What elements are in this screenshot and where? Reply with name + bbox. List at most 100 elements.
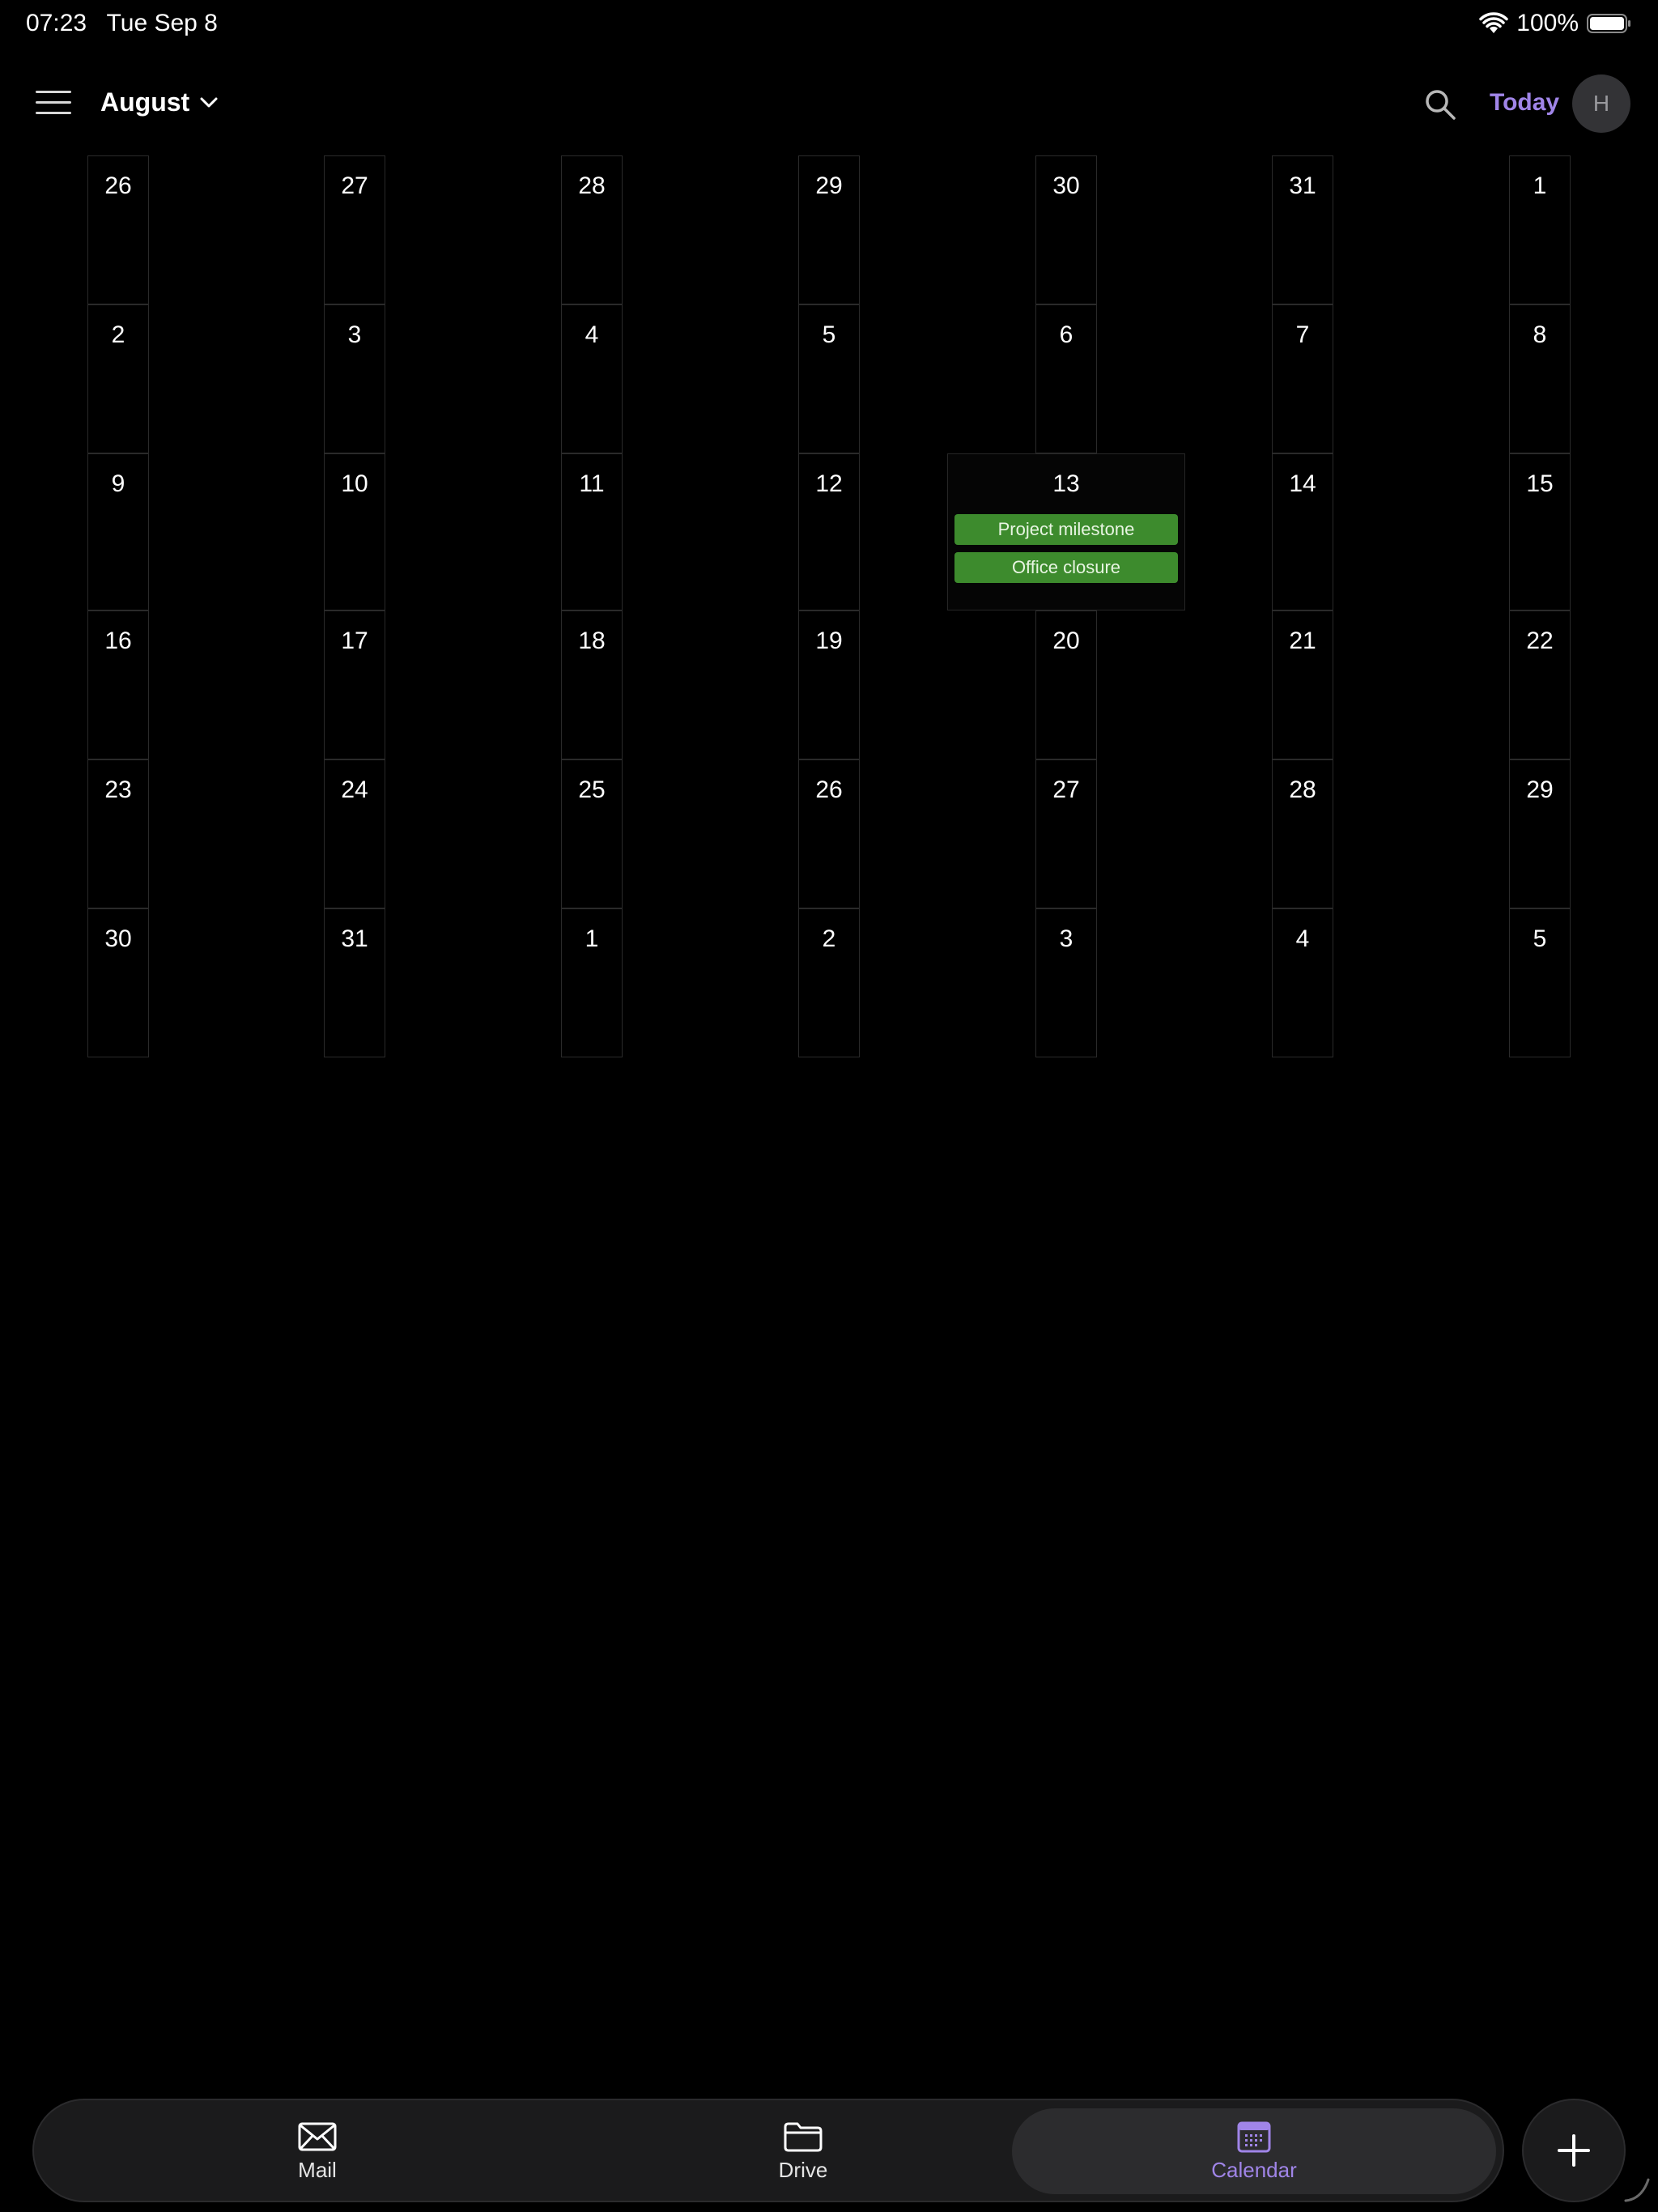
day-cell[interactable]: 30 xyxy=(87,908,149,1057)
day-cell[interactable]: 4 xyxy=(1272,908,1333,1057)
day-cell[interactable]: 28 xyxy=(561,155,623,304)
day-number: 27 xyxy=(341,172,368,199)
day-cell[interactable]: 23 xyxy=(87,759,149,908)
day-number: 18 xyxy=(578,627,606,654)
tab-bar: Mail Drive Calendar xyxy=(32,2099,1504,2202)
day-number: 25 xyxy=(578,776,606,803)
day-number: 9 xyxy=(111,470,125,497)
day-cell[interactable]: 2 xyxy=(87,304,149,453)
day-cell[interactable]: 1 xyxy=(1509,155,1571,304)
day-cell[interactable]: 14 xyxy=(1272,453,1333,610)
calendar-screen: 07:23 Tue Sep 8 100% August Today H 26 27… xyxy=(0,0,1658,2212)
day-number: 13 xyxy=(1052,470,1080,497)
status-indicators: 100% xyxy=(1479,10,1632,37)
day-number: 5 xyxy=(1533,925,1547,952)
day-number: 11 xyxy=(579,470,605,497)
day-number: 4 xyxy=(585,321,599,348)
today-button[interactable]: Today xyxy=(1490,89,1559,117)
search-icon[interactable] xyxy=(1423,87,1457,121)
tab-drive[interactable]: Drive xyxy=(682,2108,925,2194)
tab-mail[interactable]: Mail xyxy=(196,2108,439,2194)
day-number: 1 xyxy=(585,925,599,952)
folder-icon xyxy=(784,2122,823,2151)
day-cell[interactable]: 21 xyxy=(1272,610,1333,759)
day-number: 26 xyxy=(815,776,843,803)
day-cell[interactable]: 27 xyxy=(1035,759,1097,908)
day-cell[interactable]: 4 xyxy=(561,304,623,453)
day-number: 19 xyxy=(815,627,843,654)
event-chip[interactable]: Project milestone xyxy=(954,514,1178,545)
day-cell[interactable]: 8 xyxy=(1509,304,1571,453)
day-number: 5 xyxy=(822,321,836,348)
day-number: 27 xyxy=(1052,776,1080,803)
month-label: August xyxy=(100,87,190,117)
day-cell[interactable]: 12 xyxy=(798,453,860,610)
day-number: 24 xyxy=(341,776,368,803)
day-cell[interactable]: 29 xyxy=(1509,759,1571,908)
plus-icon xyxy=(1558,2134,1590,2167)
day-cell[interactable]: 18 xyxy=(561,610,623,759)
day-cell[interactable]: 6 xyxy=(1035,304,1097,453)
day-cell[interactable]: 27 xyxy=(324,155,385,304)
day-cell[interactable]: 11 xyxy=(561,453,623,610)
day-number: 28 xyxy=(1289,776,1316,803)
day-number: 1 xyxy=(1533,172,1547,199)
day-cell[interactable]: 2 xyxy=(798,908,860,1057)
day-number: 31 xyxy=(341,925,368,952)
status-clock: 07:23 xyxy=(26,10,87,36)
day-cell[interactable]: 26 xyxy=(87,155,149,304)
tab-drive-label: Drive xyxy=(778,2157,828,2182)
avatar[interactable]: H xyxy=(1572,74,1630,133)
day-number: 6 xyxy=(1059,321,1073,348)
status-date: Tue Sep 8 xyxy=(106,10,218,36)
day-number: 15 xyxy=(1526,470,1554,497)
day-number: 31 xyxy=(1289,172,1316,199)
day-number: 16 xyxy=(104,627,132,654)
day-number: 10 xyxy=(341,470,368,497)
day-number: 30 xyxy=(104,925,132,952)
day-number: 2 xyxy=(822,925,836,952)
day-cell[interactable]: 31 xyxy=(324,908,385,1057)
day-cell[interactable]: 13 Project milestone Office closure xyxy=(947,453,1185,610)
day-cell[interactable]: 9 xyxy=(87,453,149,610)
battery-icon xyxy=(1587,14,1630,33)
day-cell[interactable]: 1 xyxy=(561,908,623,1057)
tab-mail-label: Mail xyxy=(298,2157,337,2182)
day-number: 28 xyxy=(578,172,606,199)
battery-percent: 100% xyxy=(1516,10,1579,36)
day-number: 29 xyxy=(1526,776,1554,803)
day-cell[interactable]: 5 xyxy=(1509,908,1571,1057)
month-selector[interactable]: August xyxy=(100,87,219,117)
day-cell[interactable]: 19 xyxy=(798,610,860,759)
day-cell[interactable]: 26 xyxy=(798,759,860,908)
mail-icon xyxy=(298,2122,337,2150)
event-chip[interactable]: Office closure xyxy=(954,552,1178,583)
wifi-icon xyxy=(1479,12,1509,33)
status-time: 07:23 Tue Sep 8 xyxy=(26,10,218,37)
new-event-button[interactable] xyxy=(1522,2099,1626,2202)
day-cell[interactable]: 28 xyxy=(1272,759,1333,908)
day-cell[interactable]: 15 xyxy=(1509,453,1571,610)
day-cell[interactable]: 16 xyxy=(87,610,149,759)
day-cell[interactable]: 30 xyxy=(1035,155,1097,304)
day-cell[interactable]: 24 xyxy=(324,759,385,908)
day-cell[interactable]: 20 xyxy=(1035,610,1097,759)
day-cell[interactable]: 29 xyxy=(798,155,860,304)
day-cell[interactable]: 3 xyxy=(1035,908,1097,1057)
day-number: 30 xyxy=(1052,172,1080,199)
day-cell[interactable]: 3 xyxy=(324,304,385,453)
day-cell[interactable]: 5 xyxy=(798,304,860,453)
day-cell[interactable]: 22 xyxy=(1509,610,1571,759)
day-cell[interactable]: 17 xyxy=(324,610,385,759)
tab-calendar[interactable]: Calendar xyxy=(1012,2108,1496,2194)
day-number: 23 xyxy=(104,776,132,803)
day-cell[interactable]: 31 xyxy=(1272,155,1333,304)
day-cell[interactable]: 7 xyxy=(1272,304,1333,453)
tab-calendar-label: Calendar xyxy=(1211,2157,1297,2182)
resize-handle-icon[interactable] xyxy=(1622,2175,1652,2204)
menu-icon[interactable] xyxy=(36,91,71,115)
day-number: 2 xyxy=(111,321,125,348)
day-cell[interactable]: 10 xyxy=(324,453,385,610)
day-cell[interactable]: 25 xyxy=(561,759,623,908)
day-number: 3 xyxy=(1059,925,1073,952)
